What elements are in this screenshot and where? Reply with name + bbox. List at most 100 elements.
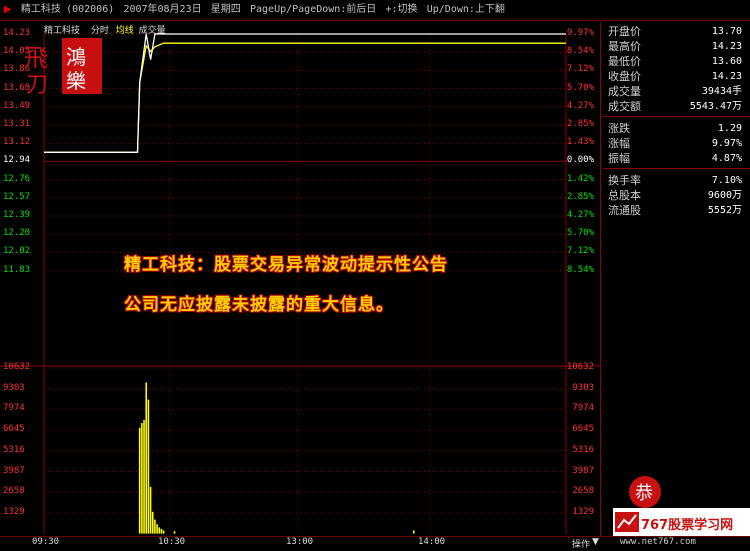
percent-tick-label: 7.12% [566, 246, 594, 257]
quote-row: 振幅 4.87% [603, 151, 750, 166]
quote-row: 涨跌 1.29 [603, 121, 750, 136]
quote-value: 9.97% [711, 138, 742, 149]
percent-tick-label: 0.00% [566, 155, 594, 166]
volume-tick-label: 1329 [3, 506, 25, 517]
percent-tick-label: 2.85% [566, 191, 594, 202]
quote-row: 开盘价 13.70 [603, 24, 750, 39]
quote-label: 振幅 [608, 152, 630, 165]
quote-row: 换手率 7.10% [603, 173, 750, 188]
quote-value: 39434手 [701, 86, 742, 97]
price-tick-label: 12.02 [3, 246, 31, 257]
price-tick-label: 13.12 [3, 137, 31, 148]
quote-value: 13.70 [711, 26, 742, 37]
seal-logo: 恭 [625, 472, 675, 512]
price-tick-label: 12.94 [3, 155, 31, 166]
volume-tick-label-right: 10632 [566, 362, 594, 372]
price-tick-label: 12.20 [3, 228, 31, 239]
brand-badge: 767股票学习网 [613, 508, 750, 536]
title-bar: ▶ 精工科技 (002006) 2007年08月23日 星期四 PageUp/P… [0, 0, 750, 21]
quote-row: 涨幅 9.97% [603, 136, 750, 151]
quote-value: 9600万 [707, 190, 742, 201]
announcement-line-1: 精工科技：股票交易异常波动提示性公告 [124, 255, 448, 275]
switch-hint: +:切换 [385, 4, 418, 15]
quote-label: 换手率 [608, 174, 641, 187]
quote-value: 5543.47万 [689, 101, 742, 112]
price-tick-label: 13.49 [3, 100, 31, 111]
quote-value: 4.87% [711, 153, 742, 164]
volume-tick-label: 6645 [3, 424, 25, 435]
svg-text:刀: 刀 [26, 73, 48, 98]
volume-tick-label: 9303 [3, 382, 25, 393]
quote-value: 14.23 [711, 71, 742, 82]
quote-row: 总股本 9600万 [603, 188, 750, 203]
volume-tick-label-right: 2658 [572, 486, 594, 497]
quote-row: 最低价 13.60 [603, 54, 750, 69]
quote-row: 成交额 5543.47万 [603, 99, 750, 114]
price-tick-label: 12.76 [3, 173, 31, 184]
volume-tick-label-right: 1329 [572, 506, 594, 517]
svg-text:鴻: 鴻 [66, 45, 86, 69]
volume-tick-label: 10632 [3, 362, 31, 372]
percent-tick-label: 5.70% [566, 82, 594, 93]
time-tick-label: 13:00 [286, 537, 314, 547]
chevron-down-icon[interactable]: ▼ [592, 537, 599, 547]
quote-group-price: 开盘价 13.70 最高价 14.23 最低价 13.60 收盘价 14.23 成交量 39434… [603, 22, 750, 114]
quote-value: 5552万 [707, 205, 742, 216]
weekday: 星期四 [210, 4, 241, 15]
price-tick-label: 12.57 [3, 191, 31, 202]
percent-tick-label: 1.43% [566, 137, 594, 148]
intraday-chart[interactable]: 精工科技 分时 均线 成交量 14.23 9.97% 14.05 8.54% 13.86… [0, 22, 601, 536]
brand-name: 767股票学习网 [641, 518, 734, 533]
quote-value: 7.10% [711, 175, 742, 186]
nav-hint: PageUp/PageDown:前后日 [249, 4, 377, 15]
quote-label: 成交量 [608, 85, 641, 98]
quote-row: 最高价 14.23 [603, 39, 750, 54]
chart-canvas [0, 33, 600, 534]
logo: 飛 鴻 刀 樂 [20, 36, 104, 98]
volume-tick-label: 5316 [3, 444, 25, 455]
average-price-line [44, 42, 566, 153]
percent-tick-label: 8.54% [566, 264, 594, 275]
logo-image: 飛 鴻 刀 樂 [24, 38, 102, 98]
quote-label: 流通股 [608, 204, 641, 217]
volume-tick-label: 3987 [3, 465, 25, 476]
percent-tick-label: 4.27% [566, 100, 594, 111]
menu-arrow-icon[interactable]: ▶ [4, 4, 12, 15]
volume-tick-label-right: 7974 [572, 403, 594, 414]
quote-row: 流通股 5552万 [603, 203, 750, 218]
percent-tick-label: 5.70% [566, 228, 594, 239]
updown-hint: Up/Down:上下翻 [426, 4, 505, 15]
quote-label: 成交额 [608, 100, 641, 113]
quote-value: 13.60 [711, 56, 742, 67]
svg-text:恭: 恭 [635, 483, 653, 504]
svg-text:樂: 樂 [66, 69, 86, 93]
time-tick-label: 10:30 [158, 537, 186, 547]
quote-row: 收盘价 14.23 [603, 69, 750, 84]
volume-tick-label: 2658 [3, 486, 25, 497]
quote-label: 收盘价 [608, 70, 641, 83]
quote-label: 涨幅 [608, 137, 630, 150]
quote-panel: 开盘价 13.70 最高价 14.23 最低价 13.60 收盘价 14.23 成交量 39434… [603, 22, 750, 536]
percent-tick-label: 2.85% [566, 119, 594, 129]
quote-label: 总股本 [608, 189, 641, 202]
price-tick-label: 11.83 [3, 264, 31, 275]
price-tick-label: 12.39 [3, 210, 31, 220]
percent-tick-label: 9.97% [566, 28, 594, 38]
volume-tick-label: 7974 [3, 403, 25, 414]
quote-label: 涨跌 [608, 122, 630, 135]
trade-date: 2007年08月23日 [123, 4, 202, 15]
quote-value: 14.23 [711, 41, 742, 52]
status-bar: 09:30 10:30 13:00 14:00 操作 ▼ www.net767.com [0, 536, 750, 551]
volume-tick-label-right: 6645 [572, 424, 594, 435]
website: www.net767.com [620, 537, 696, 547]
quote-group-change: 涨跌 1.29 涨幅 9.97% 振幅 4.87% [603, 119, 750, 166]
percent-tick-label: 4.27% [566, 210, 594, 220]
divider [603, 116, 750, 117]
quote-group-shares: 换手率 7.10% 总股本 9600万流通股 5552万 [603, 171, 750, 218]
svg-text:飛: 飛 [24, 44, 48, 72]
price-tick-label: 13.31 [3, 119, 31, 129]
percent-tick-label: 8.54% [566, 46, 594, 57]
announcement-line-2: 公司无应披露未披露的重大信息。 [124, 295, 394, 315]
operation-button[interactable]: 操作 [572, 537, 590, 550]
quote-label: 最高价 [608, 40, 641, 53]
